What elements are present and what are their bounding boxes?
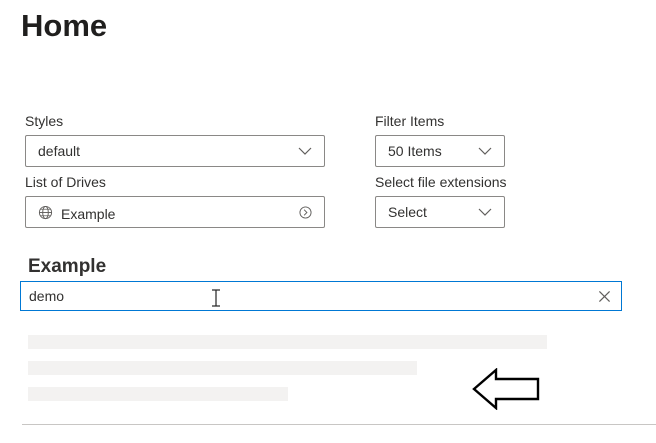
chevron-down-icon [478,208,492,216]
chevron-right-circle-icon[interactable] [299,206,312,219]
drives-label: List of Drives [25,174,106,190]
styles-selected-value: default [38,143,81,159]
search-input[interactable] [29,287,589,305]
file-extensions-label: Select file extensions [375,174,507,190]
drives-picker[interactable]: Example [25,196,325,228]
styles-dropdown[interactable]: default [25,135,325,167]
text-cursor-icon [212,289,220,307]
divider [22,424,656,425]
drives-selected-value: Example [61,206,116,222]
chevron-down-icon [298,147,312,155]
filter-items-selected-value: 50 Items [388,143,442,159]
arrow-left-icon [472,368,540,410]
page-title: Home [21,8,108,43]
section-heading: Example [28,256,107,277]
shimmer-line [28,361,417,375]
page: Home Styles default Filter Items 50 Item… [0,0,656,443]
globe-icon [38,205,53,220]
shimmer-line [28,335,547,349]
filter-items-dropdown[interactable]: 50 Items [375,135,505,167]
styles-label: Styles [25,113,64,129]
file-extensions-selected-value: Select [388,204,427,220]
close-icon[interactable] [598,290,611,303]
filter-items-label: Filter Items [375,113,445,129]
shimmer-line [28,387,288,401]
file-extensions-dropdown[interactable]: Select [375,196,505,228]
search-box[interactable] [20,281,622,311]
chevron-down-icon [478,147,492,155]
